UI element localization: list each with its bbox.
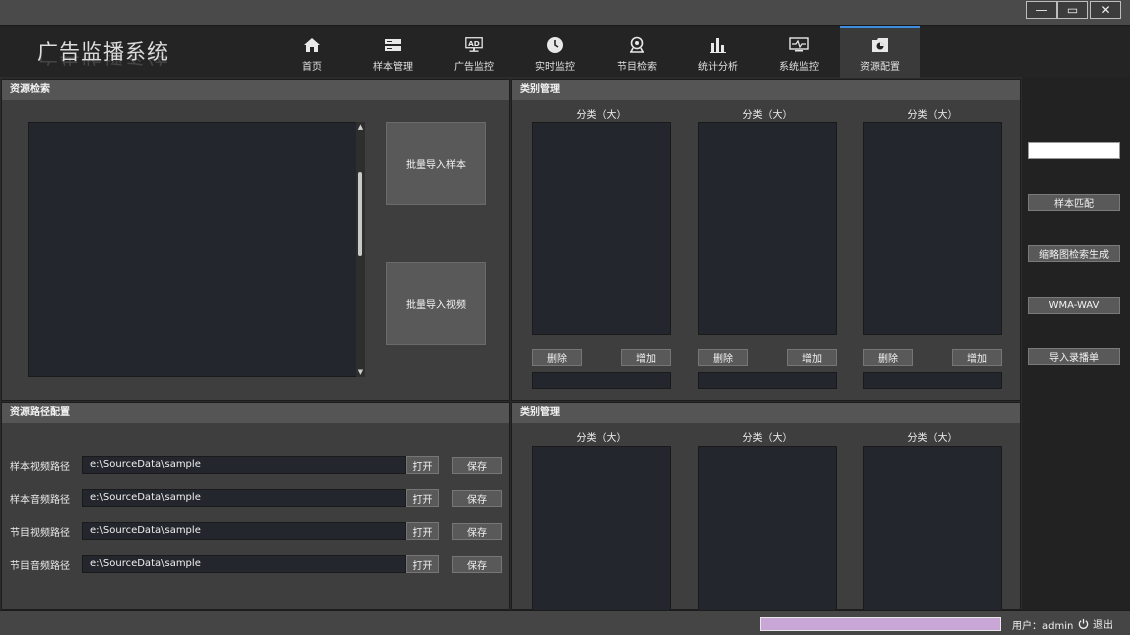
resource-path-panel: 资源路径配置 样本视频路径 e:\SourceData\sample 打开 保存… [1,402,510,610]
nav-statistics-label: 统计分析 [698,62,738,73]
import-schedule-button[interactable]: 导入录播单 [1028,348,1120,365]
category-bottom-label-3: 分类（大） [907,433,958,444]
save-button-sample-video[interactable]: 保存 [452,457,502,474]
sample-match-button[interactable]: 样本匹配 [1028,194,1120,211]
path-label-program-audio: 节目音频路径 [10,561,70,572]
wma-wav-button[interactable]: WMA-WAV [1028,297,1120,314]
app-title-reflection: 广告监播系统 [37,55,169,67]
save-button-program-video[interactable]: 保存 [452,523,502,540]
progress-bar [760,617,1001,631]
progress-fill [761,618,1000,630]
path-input-sample-audio[interactable]: e:\SourceData\sample [82,489,406,507]
nav-home-label: 首页 [302,62,322,73]
category-top-label-3: 分类（大） [907,110,958,121]
sample-icon [383,36,403,54]
category-top-delete-button-3[interactable]: 删除 [863,349,913,366]
close-icon: ✕ [1100,3,1111,17]
batch-import-sample-button[interactable]: 批量导入样本 [386,122,486,205]
thumbnail-search-button[interactable]: 缩略图检索生成 [1028,245,1120,262]
category-top-input-1[interactable] [532,372,671,389]
maximize-icon: ▭ [1066,3,1079,17]
nav-resource-config[interactable]: 资源配置 [840,26,920,78]
logout-button[interactable]: 退出 [1078,616,1113,631]
path-input-program-video[interactable]: e:\SourceData\sample [82,522,406,540]
open-button-program-audio[interactable]: 打开 [406,555,439,573]
resource-list-scrollbar[interactable]: ▲ ▼ [356,122,365,377]
category-top-delete-button-1[interactable]: 删除 [532,349,582,366]
category-bottom-list-1[interactable] [532,446,671,611]
category-management-bottom-panel: 类别管理 分类（大） 分类（大） 分类（大） [511,402,1021,611]
category-bottom-title: 类别管理 [512,403,1020,423]
nav-resource-config-label: 资源配置 [860,62,900,73]
resource-path-title: 资源路径配置 [2,403,509,423]
path-label-sample-audio: 样本音频路径 [10,495,70,506]
home-icon [302,36,322,54]
nav-program-search-label: 节目检索 [617,62,657,73]
bar-chart-icon [708,36,728,54]
category-management-top-panel: 类别管理 分类（大） 删除 增加 分类（大） 删除 增加 分类（大） 删除 增加 [511,79,1021,401]
resource-search-title: 资源检索 [2,80,509,100]
save-button-program-audio[interactable]: 保存 [452,556,502,573]
category-top-add-button-1[interactable]: 增加 [621,349,671,366]
category-top-list-1[interactable] [532,122,671,335]
nav-ad-monitor[interactable]: AD 广告监控 [434,26,514,78]
category-bottom-list-3[interactable] [863,446,1002,611]
logout-label: 退出 [1093,620,1113,631]
config-icon [870,36,890,54]
category-bottom-label-1: 分类（大） [576,433,627,444]
nav-sample-label: 样本管理 [373,62,413,73]
nav-program-search[interactable]: 节目检索 [597,26,677,78]
resource-search-panel: 资源检索 ▲ ▼ 批量导入样本 批量导入视频 [1,79,510,401]
scroll-down-icon[interactable]: ▼ [357,368,364,376]
side-text-input[interactable] [1028,142,1120,159]
ad-icon: AD [464,36,484,54]
nav-statistics[interactable]: 统计分析 [678,26,758,78]
category-top-label-2: 分类（大） [742,110,793,121]
maximize-button[interactable]: ▭ [1057,1,1088,19]
category-top-add-button-3[interactable]: 增加 [952,349,1002,366]
nav-sample-management[interactable]: 样本管理 [353,26,433,78]
category-top-delete-button-2[interactable]: 删除 [698,349,748,366]
nav-home[interactable]: 首页 [272,26,352,78]
category-top-add-button-2[interactable]: 增加 [787,349,837,366]
resource-list[interactable] [28,122,357,377]
category-top-input-2[interactable] [698,372,837,389]
clock-icon [545,36,565,54]
category-top-list-2[interactable] [698,122,837,335]
close-button[interactable]: ✕ [1090,1,1121,19]
nav-system-monitor[interactable]: 系统监控 [759,26,839,78]
nav-system-monitor-label: 系统监控 [779,62,819,73]
nav-ad-label: 广告监控 [454,62,494,73]
search-icon [627,36,647,54]
category-top-list-3[interactable] [863,122,1002,335]
path-input-program-audio[interactable]: e:\SourceData\sample [82,555,406,573]
path-label-sample-video: 样本视频路径 [10,462,70,473]
app-header: 广告监播系统 广告监播系统 首页 样本管理 AD 广告监控 实时监控 节目检索 [0,25,1130,78]
open-button-sample-audio[interactable]: 打开 [406,489,439,507]
minimize-icon: — [1035,3,1048,17]
ad-icon-text: AD [468,39,480,48]
minimize-button[interactable]: — [1026,1,1057,19]
nav-realtime-monitor[interactable]: 实时监控 [515,26,595,78]
path-label-program-video: 节目视频路径 [10,528,70,539]
open-button-sample-video[interactable]: 打开 [406,456,439,474]
category-top-input-3[interactable] [863,372,1002,389]
scrollbar-thumb[interactable] [358,172,362,256]
path-input-sample-video[interactable]: e:\SourceData\sample [82,456,406,474]
category-top-label-1: 分类（大） [576,110,627,121]
scroll-up-icon[interactable]: ▲ [357,123,364,131]
power-icon [1078,618,1089,629]
batch-import-video-button[interactable]: 批量导入视频 [386,262,486,345]
category-bottom-list-2[interactable] [698,446,837,611]
status-bar: 用户：admin 退出 [0,610,1130,635]
nav-realtime-label: 实时监控 [535,62,575,73]
category-bottom-label-2: 分类（大） [742,433,793,444]
open-button-program-video[interactable]: 打开 [406,522,439,540]
category-top-title: 类别管理 [512,80,1020,100]
save-button-sample-audio[interactable]: 保存 [452,490,502,507]
user-label: 用户：admin [1012,621,1074,632]
monitor-icon [789,36,809,54]
title-bar: — ▭ ✕ [0,0,1130,25]
